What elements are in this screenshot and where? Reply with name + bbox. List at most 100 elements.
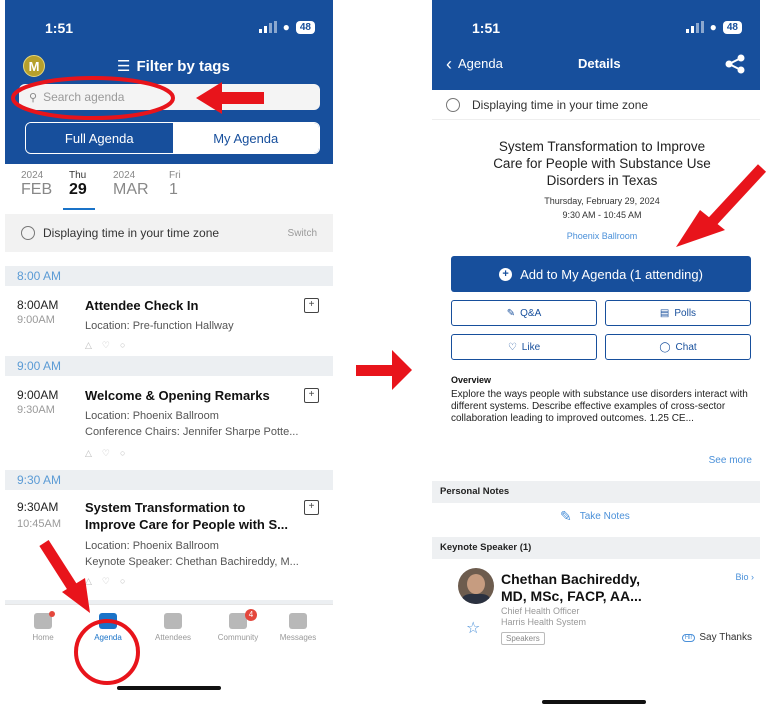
home-indicator: [117, 686, 221, 690]
tab-home[interactable]: Home: [13, 611, 73, 642]
tab-community[interactable]: Community 4: [208, 609, 268, 642]
tab-agenda[interactable]: Agenda: [78, 613, 138, 642]
event-end: 9:00AM: [17, 314, 55, 326]
envelope-icon: [289, 613, 307, 629]
add-to-my-agenda-button[interactable]: + Add to My Agenda (1 attending): [451, 256, 751, 292]
chat-button[interactable]: ◯ Chat: [605, 334, 751, 360]
battery-icon: 48: [295, 20, 315, 34]
event-location: Location: Phoenix Ballroom: [85, 410, 219, 422]
tab-label: Home: [32, 633, 54, 642]
pencil-icon: ✎: [560, 508, 572, 524]
date-fri-1[interactable]: Fri 1: [169, 170, 181, 199]
page-title: Details: [578, 56, 621, 71]
see-more-link[interactable]: See more: [709, 455, 752, 466]
chevron-right-icon: ›: [751, 572, 754, 582]
arrow-between-screens: [356, 350, 412, 390]
agenda-tabs: Full Agenda My Agenda: [25, 122, 320, 154]
session-location-link[interactable]: Phoenix Ballroom: [472, 231, 732, 241]
time-slot-header: 9:00 AM: [5, 356, 333, 376]
say-thanks-label: Say Thanks: [699, 632, 752, 643]
session-date: Thursday, February 29, 2024: [544, 196, 660, 206]
time-slot-header: 8:00 AM: [5, 266, 333, 286]
event-end: 9:30AM: [17, 404, 55, 416]
event-title: Attendee Check In: [85, 298, 199, 313]
date-thu-29[interactable]: Thu 29: [69, 170, 87, 199]
agenda-item[interactable]: 8:00AM 9:00AM Attendee Check In Location…: [5, 286, 333, 356]
take-notes-button[interactable]: ✎ Take Notes: [560, 508, 630, 525]
event-reaction-icons: △♡○: [85, 576, 136, 586]
like-button[interactable]: ♡ Like: [451, 334, 597, 360]
date-mar[interactable]: 2024 MAR: [113, 170, 149, 199]
date-weekday: Thu: [69, 170, 87, 181]
tab-full-agenda[interactable]: Full Agenda: [26, 123, 173, 153]
plus-circle-icon: +: [499, 267, 513, 281]
speaker-name-line1: Chethan Bachireddy,: [501, 571, 640, 587]
search-icon: ⚲: [29, 91, 38, 104]
qa-icon: ✎: [506, 307, 516, 319]
add-to-calendar-icon[interactable]: +: [304, 388, 319, 403]
details-header: 1:51 ● 48 ‹ Agenda Details: [432, 0, 760, 90]
event-reaction-icons: △♡○: [85, 340, 136, 350]
session-title-line: Disorders in Texas: [546, 173, 658, 188]
agenda-item[interactable]: 9:00AM 9:30AM Welcome & Opening Remarks …: [5, 376, 333, 470]
add-button-label: Add to My Agenda (1 attending): [520, 266, 703, 282]
date-year: 2024: [113, 170, 136, 181]
star-icon[interactable]: ☆: [466, 618, 480, 638]
tab-label: Agenda: [94, 633, 122, 642]
date-month: FEB: [21, 181, 53, 198]
wifi-icon: ●: [709, 20, 717, 34]
back-label: Agenda: [458, 56, 503, 71]
tab-label: Attendees: [154, 633, 192, 642]
take-notes-label: Take Notes: [579, 511, 630, 522]
tab-messages[interactable]: Messages: [268, 613, 328, 642]
search-input[interactable]: [43, 90, 244, 104]
tab-label: Messages: [279, 633, 317, 642]
signal-icon: [258, 21, 277, 33]
polls-button[interactable]: ▤ Polls: [605, 300, 751, 326]
timezone-switch-button[interactable]: Switch: [288, 228, 317, 239]
filter-label: Filter by tags: [136, 57, 230, 75]
filter-by-tags-button[interactable]: ☰ Filter by tags: [117, 57, 230, 76]
speaker-name-line2: MD, MSc, FACP, AA...: [501, 588, 642, 604]
clock-icon: [21, 226, 35, 240]
signal-icon: [685, 21, 704, 33]
bio-link[interactable]: Bio ›: [735, 572, 754, 582]
chat-label: Chat: [675, 341, 697, 353]
speaker-tag: Speakers: [501, 632, 545, 645]
avatar-face: [467, 574, 485, 594]
chat-icon: ◯: [659, 341, 671, 353]
tab-attendees[interactable]: Attendees: [143, 613, 203, 642]
avatar[interactable]: M: [23, 55, 45, 77]
agenda-screen: 1:51 ● 48 M ☰ Filter by tags ⚲ Full Agen…: [5, 0, 333, 707]
add-to-calendar-icon[interactable]: +: [304, 500, 319, 515]
back-button[interactable]: ‹ Agenda: [446, 55, 503, 73]
date-year: 2024: [21, 170, 44, 181]
hi-badge-icon: HI!: [681, 633, 696, 642]
event-end: 10:45AM: [17, 518, 62, 530]
date-day: 29: [69, 181, 87, 198]
status-bar: 1:51 ● 48: [472, 20, 742, 38]
timezone-text: Displaying time in your time zone: [472, 97, 649, 112]
date-month: MAR: [113, 181, 149, 198]
speaker-avatar[interactable]: [458, 568, 494, 604]
date-day: 1: [169, 181, 178, 198]
agenda-header: 1:51 ● 48 M ☰ Filter by tags ⚲ Full Agen…: [5, 0, 333, 164]
notification-dot: [49, 611, 55, 617]
tab-my-agenda[interactable]: My Agenda: [172, 123, 319, 153]
timezone-bar: Displaying time in your time zone: [432, 90, 760, 120]
speaker-name[interactable]: Chethan Bachireddy, MD, MSc, FACP, AA...: [501, 571, 721, 605]
session-details-screen: 1:51 ● 48 ‹ Agenda Details Displaying ti…: [432, 0, 760, 707]
event-speaker: Keynote Speaker: Chethan Bachireddy, M..…: [85, 556, 299, 568]
status-icons: ● 48: [685, 20, 742, 34]
polls-label: Polls: [674, 307, 697, 319]
add-to-calendar-icon[interactable]: +: [304, 298, 319, 313]
search-bar[interactable]: ⚲: [19, 84, 320, 110]
event-start: 8:00AM: [17, 298, 59, 312]
share-icon[interactable]: [724, 54, 746, 74]
sliders-icon: ☰: [117, 58, 131, 75]
overview-heading: Overview: [451, 375, 492, 385]
say-thanks-button[interactable]: HI! Say Thanks: [681, 632, 752, 643]
agenda-item[interactable]: 9:30AM 10:45AM System Transformation to …: [5, 490, 333, 600]
date-feb[interactable]: 2024 FEB: [21, 170, 52, 199]
qa-button[interactable]: ✎ Q&A: [451, 300, 597, 326]
